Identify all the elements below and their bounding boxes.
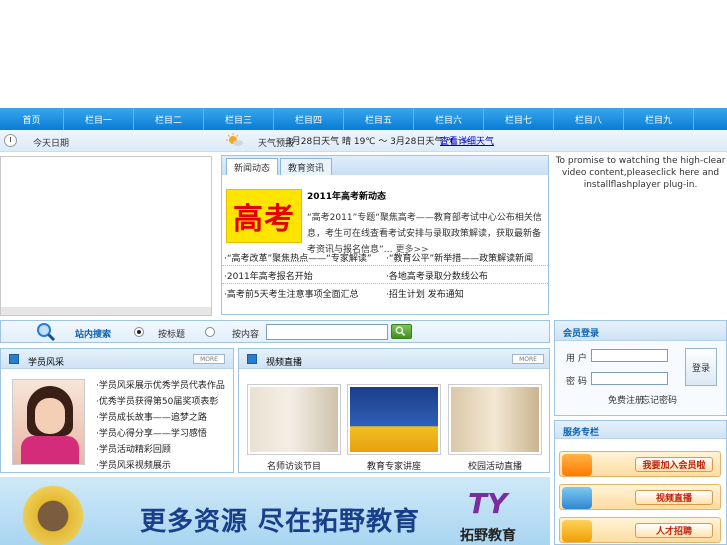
info-bar: 今天日期 天气预报 3月28日天气 晴 19℃ ～ 3月28日天气 ℃ ～ 查看… [0, 130, 727, 152]
login-title: 会员登录 [563, 329, 600, 339]
banner-brand: 拓野教育 [460, 528, 516, 544]
news-tabs: 新闻动态 教育资讯 [222, 156, 548, 175]
login-header: 会员登录 [555, 321, 726, 341]
weather-sun-icon [226, 133, 243, 146]
news-link[interactable]: ·高考前5天考生注意事项全面汇总 [224, 287, 359, 300]
date-text: 今天日期 [33, 139, 70, 149]
list-item[interactable]: ·学员成长故事——追梦之路 [96, 410, 225, 426]
nav-item-3[interactable]: 栏目三 [204, 108, 274, 130]
list-item[interactable]: ·学员风采展示优秀学员代表作品 [96, 378, 225, 394]
search-icon [395, 326, 406, 336]
forgot-password-link[interactable]: 忘记密码 [641, 393, 677, 406]
clock-icon [4, 134, 17, 147]
video-panel: 视频直播 MORE 名师访谈节目 教育专家讲座 校园活动直播 [238, 348, 550, 473]
service-box: 服务专栏 我要加入会员啦 视频直播 人才招聘 [554, 420, 727, 545]
member-login-box: 会员登录 用 户 密 码 登录 免费注册 忘记密码 [554, 320, 727, 416]
join-member-label: 我要加入会员啦 [635, 457, 713, 472]
nav-item-2[interactable]: 栏目二 [134, 108, 204, 130]
video-thumbnail[interactable] [448, 384, 542, 455]
promo-banner[interactable]: 更多资源 尽在拓野教育 TY 拓野教育 [0, 477, 550, 545]
live-video-button[interactable]: 视频直播 [559, 484, 721, 510]
nav-item-5[interactable]: 栏目五 [344, 108, 414, 130]
search-option-title-radio[interactable] [134, 327, 144, 337]
nav-item-8[interactable]: 栏目八 [554, 108, 624, 130]
video-caption[interactable]: 教育专家讲座 [347, 459, 441, 472]
students-panel-header: 学员风采 MORE [1, 349, 233, 369]
video-thumbnail[interactable] [347, 384, 441, 455]
service-title: 服务专栏 [563, 428, 600, 438]
search-input[interactable] [266, 324, 388, 340]
video-caption[interactable]: 名师访谈节目 [247, 459, 341, 472]
students-panel: 学员风采 MORE ·学员风采展示优秀学员代表作品 ·优秀学员获得第50届奖项表… [0, 348, 234, 473]
nav-item-4[interactable]: 栏目四 [274, 108, 344, 130]
list-item[interactable]: ·学员风采视频展示 [96, 458, 225, 474]
tab-news[interactable]: 新闻动态 [226, 158, 278, 175]
panel-arrow-icon [247, 354, 257, 364]
search-label: 站内搜索 [75, 330, 112, 340]
join-member-button[interactable]: 我要加入会员啦 [559, 451, 721, 477]
flash-install-message[interactable]: To promise to watching the high-clear vi… [554, 155, 727, 191]
login-button[interactable]: 登录 [685, 348, 717, 386]
banner-slogan: 更多资源 尽在拓野教育 [140, 507, 421, 537]
students-more-button[interactable]: MORE [193, 354, 225, 364]
video-thumbnail[interactable] [247, 384, 341, 455]
search-bar: 站内搜索 按标题 按内容 [0, 320, 550, 343]
nav-item-1[interactable]: 栏目一 [64, 108, 134, 130]
sunflower-decoration [18, 481, 88, 545]
search-go-button[interactable] [391, 324, 412, 339]
news-box: 新闻动态 教育资讯 高考 2011年高考新动态 “高考2011”专题“聚焦高考—… [221, 155, 549, 315]
megaphone-icon [562, 454, 592, 476]
search-option-content-radio[interactable] [205, 327, 215, 337]
nav-item-9[interactable]: 栏目九 [624, 108, 694, 130]
video-panel-title: 视频直播 [266, 358, 303, 368]
news-link[interactable]: ·“高考改革”聚焦热点——“专家解读” [224, 251, 372, 264]
flash-slideshow-box[interactable] [0, 156, 212, 316]
student-photo[interactable] [12, 379, 85, 465]
nav-item-7[interactable]: 栏目七 [484, 108, 554, 130]
divider [222, 265, 548, 266]
news-headline[interactable]: 2011年高考新动态 [307, 189, 386, 202]
news-link[interactable]: ·招生计划 发布通知 [386, 287, 464, 300]
search-option-title-label: 按标题 [158, 330, 186, 340]
video-panel-header: 视频直播 MORE [239, 349, 549, 369]
horizontal-scrollbar[interactable] [1, 307, 211, 315]
news-link[interactable]: ·“教育公平”新举措——政策解读新闻 [386, 251, 533, 264]
divider [222, 283, 548, 284]
register-link[interactable]: 免费注册 [608, 393, 644, 406]
news-link[interactable]: ·各地高考录取分数线公布 [386, 269, 488, 282]
main-nav: 首页 栏目一 栏目二 栏目三 栏目四 栏目五 栏目六 栏目七 栏目八 栏目九 [0, 108, 727, 130]
recruitment-button[interactable]: 人才招聘 [559, 517, 721, 543]
tab-education[interactable]: 教育资讯 [280, 158, 332, 175]
nav-item-6[interactable]: 栏目六 [414, 108, 484, 130]
weather-link[interactable]: 查看详细天气 [440, 134, 494, 147]
service-header: 服务专栏 [555, 421, 726, 439]
list-item[interactable]: ·学员活动精彩回顾 [96, 442, 225, 458]
search-option-content-label: 按内容 [232, 330, 260, 340]
tv-icon [562, 487, 592, 509]
people-icon [562, 520, 592, 542]
username-label: 用 户 [566, 354, 587, 364]
live-video-label: 视频直播 [635, 490, 713, 505]
list-item[interactable]: ·学员心得分享——学习感悟 [96, 426, 225, 442]
students-list: ·学员风采展示优秀学员代表作品 ·优秀学员获得第50届奖项表彰 ·学员成长故事—… [96, 378, 225, 474]
video-caption[interactable]: 校园活动直播 [448, 459, 542, 472]
news-link[interactable]: ·2011年高考报名开始 [224, 269, 313, 282]
video-more-button[interactable]: MORE [512, 354, 544, 364]
magnifier-icon [37, 323, 56, 342]
nav-item-home[interactable]: 首页 [0, 108, 64, 130]
recruitment-label: 人才招聘 [635, 523, 713, 538]
news-thumbnail[interactable]: 高考 [226, 189, 302, 243]
panel-arrow-icon [9, 354, 19, 364]
students-panel-title: 学员风采 [28, 358, 65, 368]
banner-logo-letters: TY [468, 487, 508, 520]
password-label: 密 码 [566, 377, 587, 387]
list-item[interactable]: ·优秀学员获得第50届奖项表彰 [96, 394, 225, 410]
password-input[interactable] [591, 372, 668, 385]
username-input[interactable] [591, 349, 668, 362]
